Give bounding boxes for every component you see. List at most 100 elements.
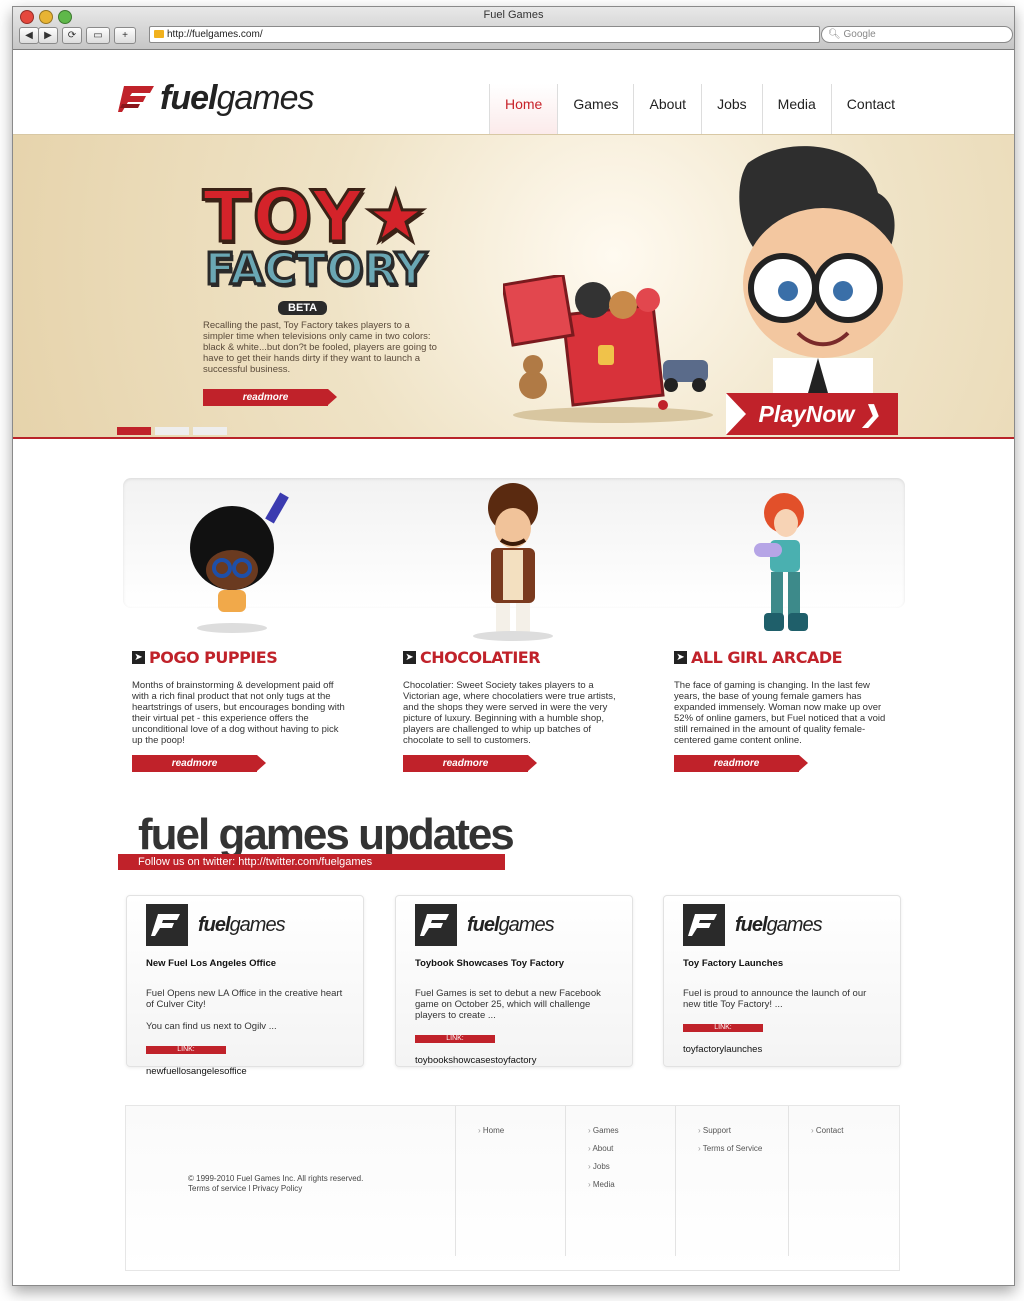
bookmark-icon[interactable]: ▭ <box>86 27 110 44</box>
favicon-icon <box>154 30 164 38</box>
footer-link-jobs[interactable]: Jobs <box>588 1158 619 1176</box>
fuel-logo-icon <box>118 82 156 114</box>
game-description: Months of brainstorming & development pa… <box>132 680 345 746</box>
slider-dot-1[interactable] <box>117 427 151 435</box>
game-card-all-girl-arcade: ➤ ALL GIRL ARCADE The face of gaming is c… <box>674 478 904 772</box>
browser-window: Fuel Games ◀ ▶ ⟳ ▭ + http://fuelgames.co… <box>12 6 1015 1286</box>
nav-jobs[interactable]: Jobs <box>701 84 762 138</box>
footer-link-terms[interactable]: Terms of Service <box>698 1140 763 1158</box>
fuel-logo-icon <box>415 904 457 946</box>
footer-column-3: Support Terms of Service <box>675 1106 762 1256</box>
news-body: Fuel Opens new LA Office in the creative… <box>146 988 343 1032</box>
add-bookmark-button[interactable]: + <box>114 27 136 44</box>
game-description: Chocolatier: Sweet Society takes players… <box>403 680 616 746</box>
toy-factory-logo: TOY★ FACTORY <box>196 176 436 295</box>
search-icon: 🔍︎ <box>828 29 844 40</box>
search-input[interactable]: 🔍︎ Google <box>821 26 1013 43</box>
game-read-more-button[interactable]: readmore <box>674 755 808 772</box>
footer-column-2: Games About Jobs Media <box>565 1106 619 1256</box>
footer-link-support[interactable]: Support <box>698 1122 762 1140</box>
game-read-more-button[interactable]: readmore <box>132 755 266 772</box>
section-arrow-icon: ➤ <box>403 651 416 664</box>
card-logo-bold: fuel <box>198 913 231 936</box>
professor-character-illustration <box>728 143 908 393</box>
card-logo-bold: fuel <box>735 913 768 936</box>
hero-description: Recalling the past, Toy Factory takes pl… <box>203 320 437 375</box>
news-link-label: LINK: <box>415 1035 495 1043</box>
footer-column-4: Contact <box>788 1106 843 1256</box>
reload-button[interactable]: ⟳ <box>62 27 82 44</box>
slider-dot-2[interactable] <box>155 427 189 435</box>
game-card-pogo-puppies: ➤ POGO PUPPIES Months of brainstorming & … <box>132 478 362 772</box>
address-bar[interactable]: http://fuelgames.com/ <box>149 26 820 43</box>
card-logo-light: games <box>766 913 823 936</box>
nav-games[interactable]: Games <box>557 84 633 138</box>
play-now-button[interactable]: PlayNow ❯ <box>726 393 898 435</box>
footer-column-1: Home <box>455 1106 504 1256</box>
beta-badge: BETA <box>278 301 328 315</box>
forward-button[interactable]: ▶ <box>38 27 58 44</box>
arcade-girl-character-illustration <box>674 478 904 643</box>
news-link-label: LINK: <box>146 1046 226 1054</box>
window-title: Fuel Games <box>483 9 544 21</box>
logo-text-bold: fuel <box>160 78 217 117</box>
play-now-label: PlayNow ❯ <box>758 401 880 427</box>
site-footer: © 1999-2010 Fuel Games Inc. All rights r… <box>125 1105 900 1271</box>
web-page: fuelgames Home Games About Jobs Media Co… <box>13 50 1014 1285</box>
card-logo-light: games <box>498 913 555 936</box>
fuel-logo-icon <box>683 904 725 946</box>
logo-text-light: games <box>216 78 314 117</box>
browser-titlebar: Fuel Games ◀ ▶ ⟳ ▭ + http://fuelgames.co… <box>13 7 1014 50</box>
hero-banner: TOY★ FACTORY BETA Recalling the past, To… <box>13 134 1014 439</box>
game-description: The face of gaming is changing. In the l… <box>674 680 886 746</box>
news-link[interactable]: toybookshowcasestoyfactory <box>415 1055 615 1066</box>
footer-link-contact[interactable]: Contact <box>811 1122 844 1140</box>
pogo-puppies-character-illustration <box>132 478 362 643</box>
footer-link-about[interactable]: About <box>588 1140 619 1158</box>
back-button[interactable]: ◀ <box>19 27 39 44</box>
play-now-arrow-icon <box>726 393 746 435</box>
chocolatier-character-illustration <box>403 478 633 643</box>
news-headline: Toy Factory Launches <box>683 958 784 969</box>
search-placeholder: Google <box>843 29 876 40</box>
copyright-text: © 1999-2010 Fuel Games Inc. All rights r… <box>188 1174 364 1183</box>
news-card: fuelgames Toybook Showcases Toy Factory … <box>395 895 633 1067</box>
news-card: fuelgames New Fuel Los Angeles Office Fu… <box>126 895 364 1077</box>
footer-link-games[interactable]: Games <box>588 1122 619 1140</box>
section-arrow-icon: ➤ <box>132 651 145 664</box>
footer-link-home[interactable]: Home <box>478 1122 504 1140</box>
game-read-more-button[interactable]: readmore <box>403 755 537 772</box>
nav-about[interactable]: About <box>633 84 701 138</box>
site-logo[interactable]: fuelgames <box>118 78 315 118</box>
hero-title-line2: FACTORY <box>203 244 428 295</box>
news-link[interactable]: newfuellosangelesoffice <box>146 1066 346 1077</box>
card-logo-light: games <box>229 913 286 936</box>
game-title[interactable]: CHOCOLATIER <box>420 648 541 667</box>
game-title[interactable]: POGO PUPPIES <box>149 648 278 667</box>
game-card-chocolatier: ➤ CHOCOLATIER Chocolatier: Sweet Society … <box>403 478 633 772</box>
news-link[interactable]: toyfactorylaunches <box>683 1044 883 1055</box>
nav-contact[interactable]: Contact <box>830 84 910 138</box>
legal-links[interactable]: Terms of service l Privacy Policy <box>188 1184 363 1194</box>
twitter-follow-link[interactable]: Follow us on twitter: http://twitter.com… <box>118 854 505 870</box>
section-arrow-icon: ➤ <box>674 651 687 664</box>
slider-dot-3[interactable] <box>193 427 227 435</box>
updates-heading: fuel games updates <box>138 810 515 859</box>
hero-title-line1: TOY★ <box>201 176 430 258</box>
slider-pager <box>117 427 227 435</box>
game-title[interactable]: ALL GIRL ARCADE <box>691 648 843 667</box>
address-url: http://fuelgames.com/ <box>167 29 263 40</box>
news-headline: New Fuel Los Angeles Office <box>146 958 277 969</box>
browser-toolbar: ◀ ▶ ⟳ ▭ + <box>19 27 136 44</box>
toy-chest-illustration <box>501 273 713 423</box>
news-card: fuelgames Toy Factory Launches Fuel is p… <box>663 895 901 1067</box>
hero-read-more-button[interactable]: readmore <box>203 389 337 406</box>
card-logo-bold: fuel <box>467 913 500 936</box>
news-link-label: LINK: <box>683 1024 763 1032</box>
main-nav: Home Games About Jobs Media Contact <box>489 84 910 140</box>
news-body: Fuel is proud to announce the launch of … <box>683 988 867 1010</box>
nav-home[interactable]: Home <box>489 84 558 140</box>
news-headline: Toybook Showcases Toy Factory <box>415 958 565 969</box>
footer-link-media[interactable]: Media <box>588 1176 619 1194</box>
nav-media[interactable]: Media <box>761 84 831 138</box>
